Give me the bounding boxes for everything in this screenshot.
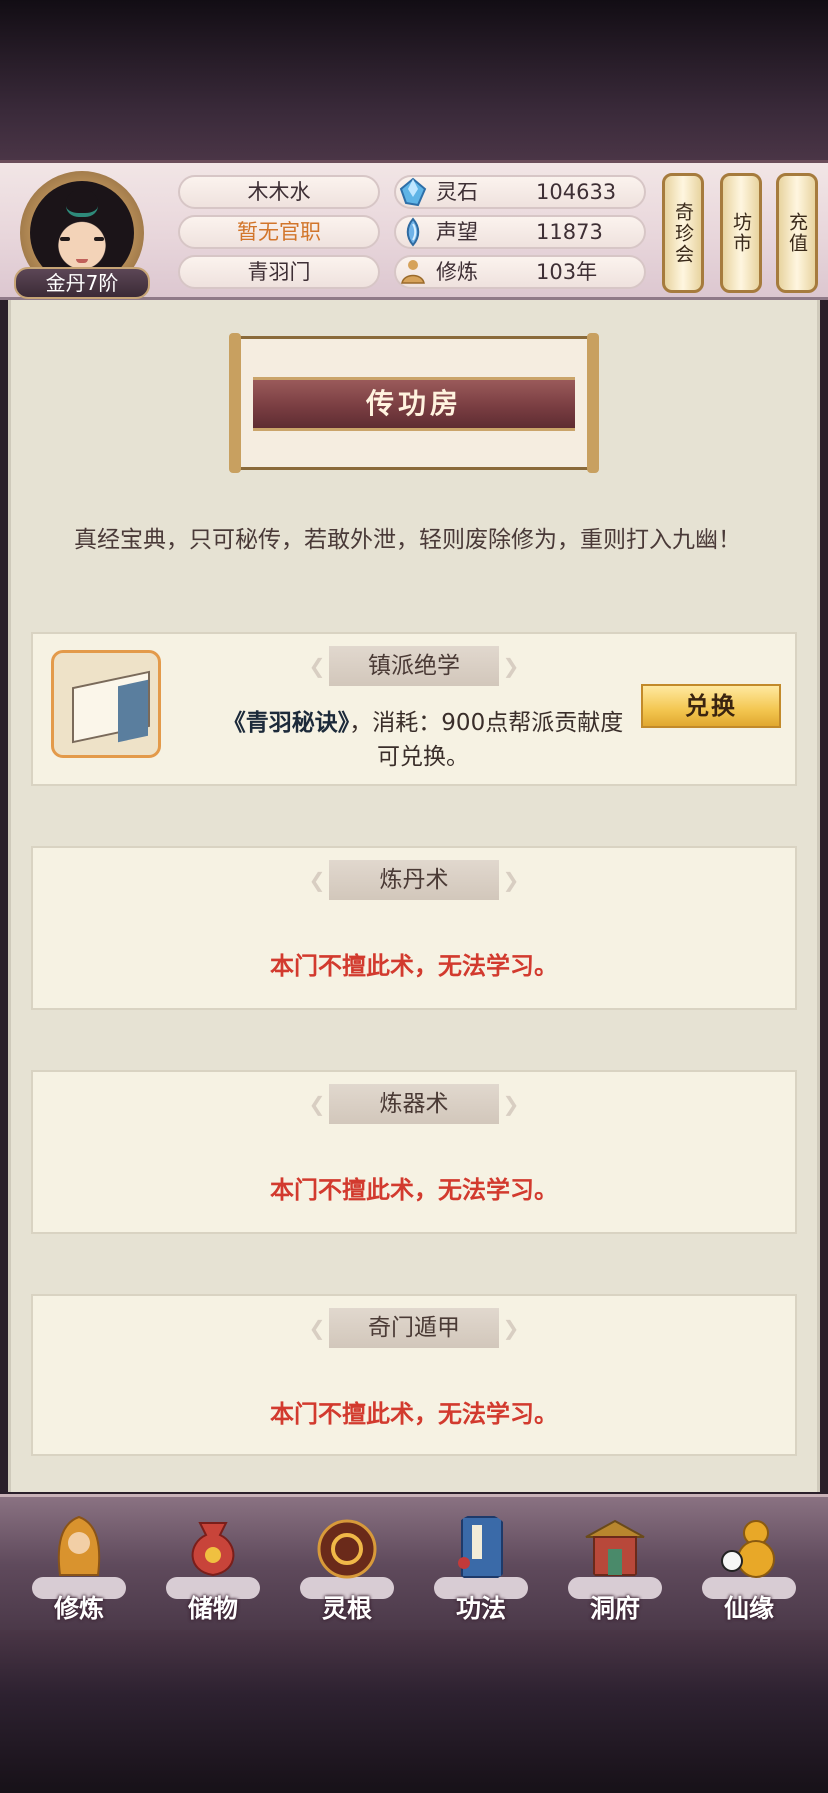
- cultivation-icon: [401, 260, 425, 284]
- nav-label: 修炼: [53, 1594, 104, 1623]
- official-title: 暂无官职: [178, 215, 380, 249]
- resource-spirit-stone: 灵石 104633: [394, 175, 646, 209]
- cave-palace-icon: [585, 1519, 645, 1576]
- scripture-icon: [458, 1516, 503, 1578]
- prestige-icon: [406, 217, 420, 247]
- gourd-icon: [721, 1520, 775, 1578]
- bottom-backdrop: [0, 1630, 828, 1793]
- skill-card-forging: ❮ 炼器术 ❯ 本门不擅此术，无法学习。: [31, 1070, 797, 1234]
- resource-name: 声望: [436, 220, 478, 244]
- exchange-button[interactable]: 兑换: [641, 684, 781, 728]
- chevron-left-icon: ❮: [308, 1316, 326, 1340]
- top-backdrop: [0, 0, 828, 160]
- resource-value: 11873: [536, 220, 603, 244]
- bottom-nav: 修炼 储物 灵根 功法 洞府 仙缘: [0, 1494, 828, 1633]
- skill-card-alchemy: ❮ 炼丹术 ❯ 本门不擅此术，无法学习。: [31, 846, 797, 1010]
- eye: [60, 237, 70, 241]
- card-tag: ❮ 奇门遁甲 ❯: [309, 1308, 519, 1348]
- card-tag: ❮ 炼丹术 ❯: [309, 860, 519, 900]
- hair-bun: [66, 189, 98, 217]
- card-tag-label: 奇门遁甲: [368, 1315, 460, 1341]
- resource-cultivation: 修炼 103年: [394, 255, 646, 289]
- page-description: 真经宝典，只可秘传，若敢外泄，轻则废除修为，重则打入九幽！: [74, 527, 741, 553]
- unavailable-message: 本门不擅此术，无法学习。: [270, 1400, 558, 1428]
- recharge-button[interactable]: 充值: [776, 173, 818, 293]
- spirit-stone-icon: [399, 177, 427, 207]
- resource-value: 104633: [536, 180, 617, 204]
- chevron-right-icon: ❯: [502, 1092, 520, 1116]
- skill-card-qimen: ❮ 奇门遁甲 ❯ 本门不擅此术，无法学习。: [31, 1294, 797, 1456]
- nav-cultivate[interactable]: 修炼: [24, 1503, 134, 1629]
- resource-name: 修炼: [436, 260, 478, 284]
- treasure-fair-button[interactable]: 奇珍会: [662, 173, 704, 293]
- book-cover: [118, 679, 148, 743]
- player-name: 木木水: [178, 175, 380, 209]
- chevron-left-icon: ❮: [308, 654, 326, 678]
- nav-immortal-fate[interactable]: 仙缘: [694, 1503, 804, 1629]
- rank-badge: 金丹7阶: [14, 267, 150, 299]
- chevron-right-icon: ❯: [502, 654, 520, 678]
- spirit-root-icon: [317, 1519, 377, 1579]
- card-tag: ❮ 镇派绝学 ❯: [309, 646, 519, 686]
- nav-label: 储物: [187, 1594, 238, 1623]
- nav-label: 仙缘: [723, 1594, 774, 1623]
- card-tag-label: 炼器术: [379, 1091, 449, 1117]
- nav-label: 洞府: [589, 1594, 640, 1623]
- page-title: 传功房: [253, 377, 575, 431]
- resource-value: 103年: [536, 260, 598, 284]
- card-tag-label: 镇派绝学: [368, 653, 460, 679]
- chevron-left-icon: ❮: [308, 868, 326, 892]
- skill-card-sect: ❮ 镇派绝学 ❯ 《青羽秘诀》，消耗：900点帮派贡献度可兑换。 兑换: [31, 632, 797, 786]
- sect-name: 青羽门: [178, 255, 380, 289]
- nav-label: 功法: [455, 1594, 506, 1623]
- monk-icon: [57, 1515, 101, 1576]
- player-header: 金丹7阶 木木水 暂无官职 青羽门 灵石 104633 声望 11873 修炼 …: [0, 160, 828, 300]
- exchange-cost: ，消耗：900点帮派贡献度可兑换。: [349, 710, 624, 770]
- card-tag: ❮ 炼器术 ❯: [309, 1084, 519, 1124]
- chevron-right-icon: ❯: [502, 868, 520, 892]
- nav-cave-palace[interactable]: 洞府: [560, 1503, 670, 1629]
- bag-icon: [191, 1522, 235, 1577]
- nav-spirit-root[interactable]: 灵根: [292, 1503, 402, 1629]
- resource-prestige: 声望 11873: [394, 215, 646, 249]
- mouth: [76, 259, 88, 263]
- unavailable-message: 本门不擅此术，无法学习。: [270, 952, 558, 980]
- chevron-left-icon: ❮: [308, 1092, 326, 1116]
- nav-label: 灵根: [321, 1594, 372, 1623]
- chevron-right-icon: ❯: [502, 1316, 520, 1340]
- nav-storage[interactable]: 储物: [158, 1503, 268, 1629]
- title-banner: 传功房: [229, 333, 599, 473]
- book-name: 《青羽秘诀》: [222, 710, 350, 736]
- market-button[interactable]: 坊市: [720, 173, 762, 293]
- book-icon[interactable]: [51, 650, 161, 758]
- resource-name: 灵石: [436, 180, 478, 204]
- unavailable-message: 本门不擅此术，无法学习。: [270, 1176, 558, 1204]
- exchange-description: 《青羽秘诀》，消耗：900点帮派贡献度可兑换。: [213, 706, 633, 774]
- card-tag-label: 炼丹术: [379, 867, 449, 893]
- eye: [94, 237, 104, 241]
- nav-techniques[interactable]: 功法: [426, 1503, 536, 1629]
